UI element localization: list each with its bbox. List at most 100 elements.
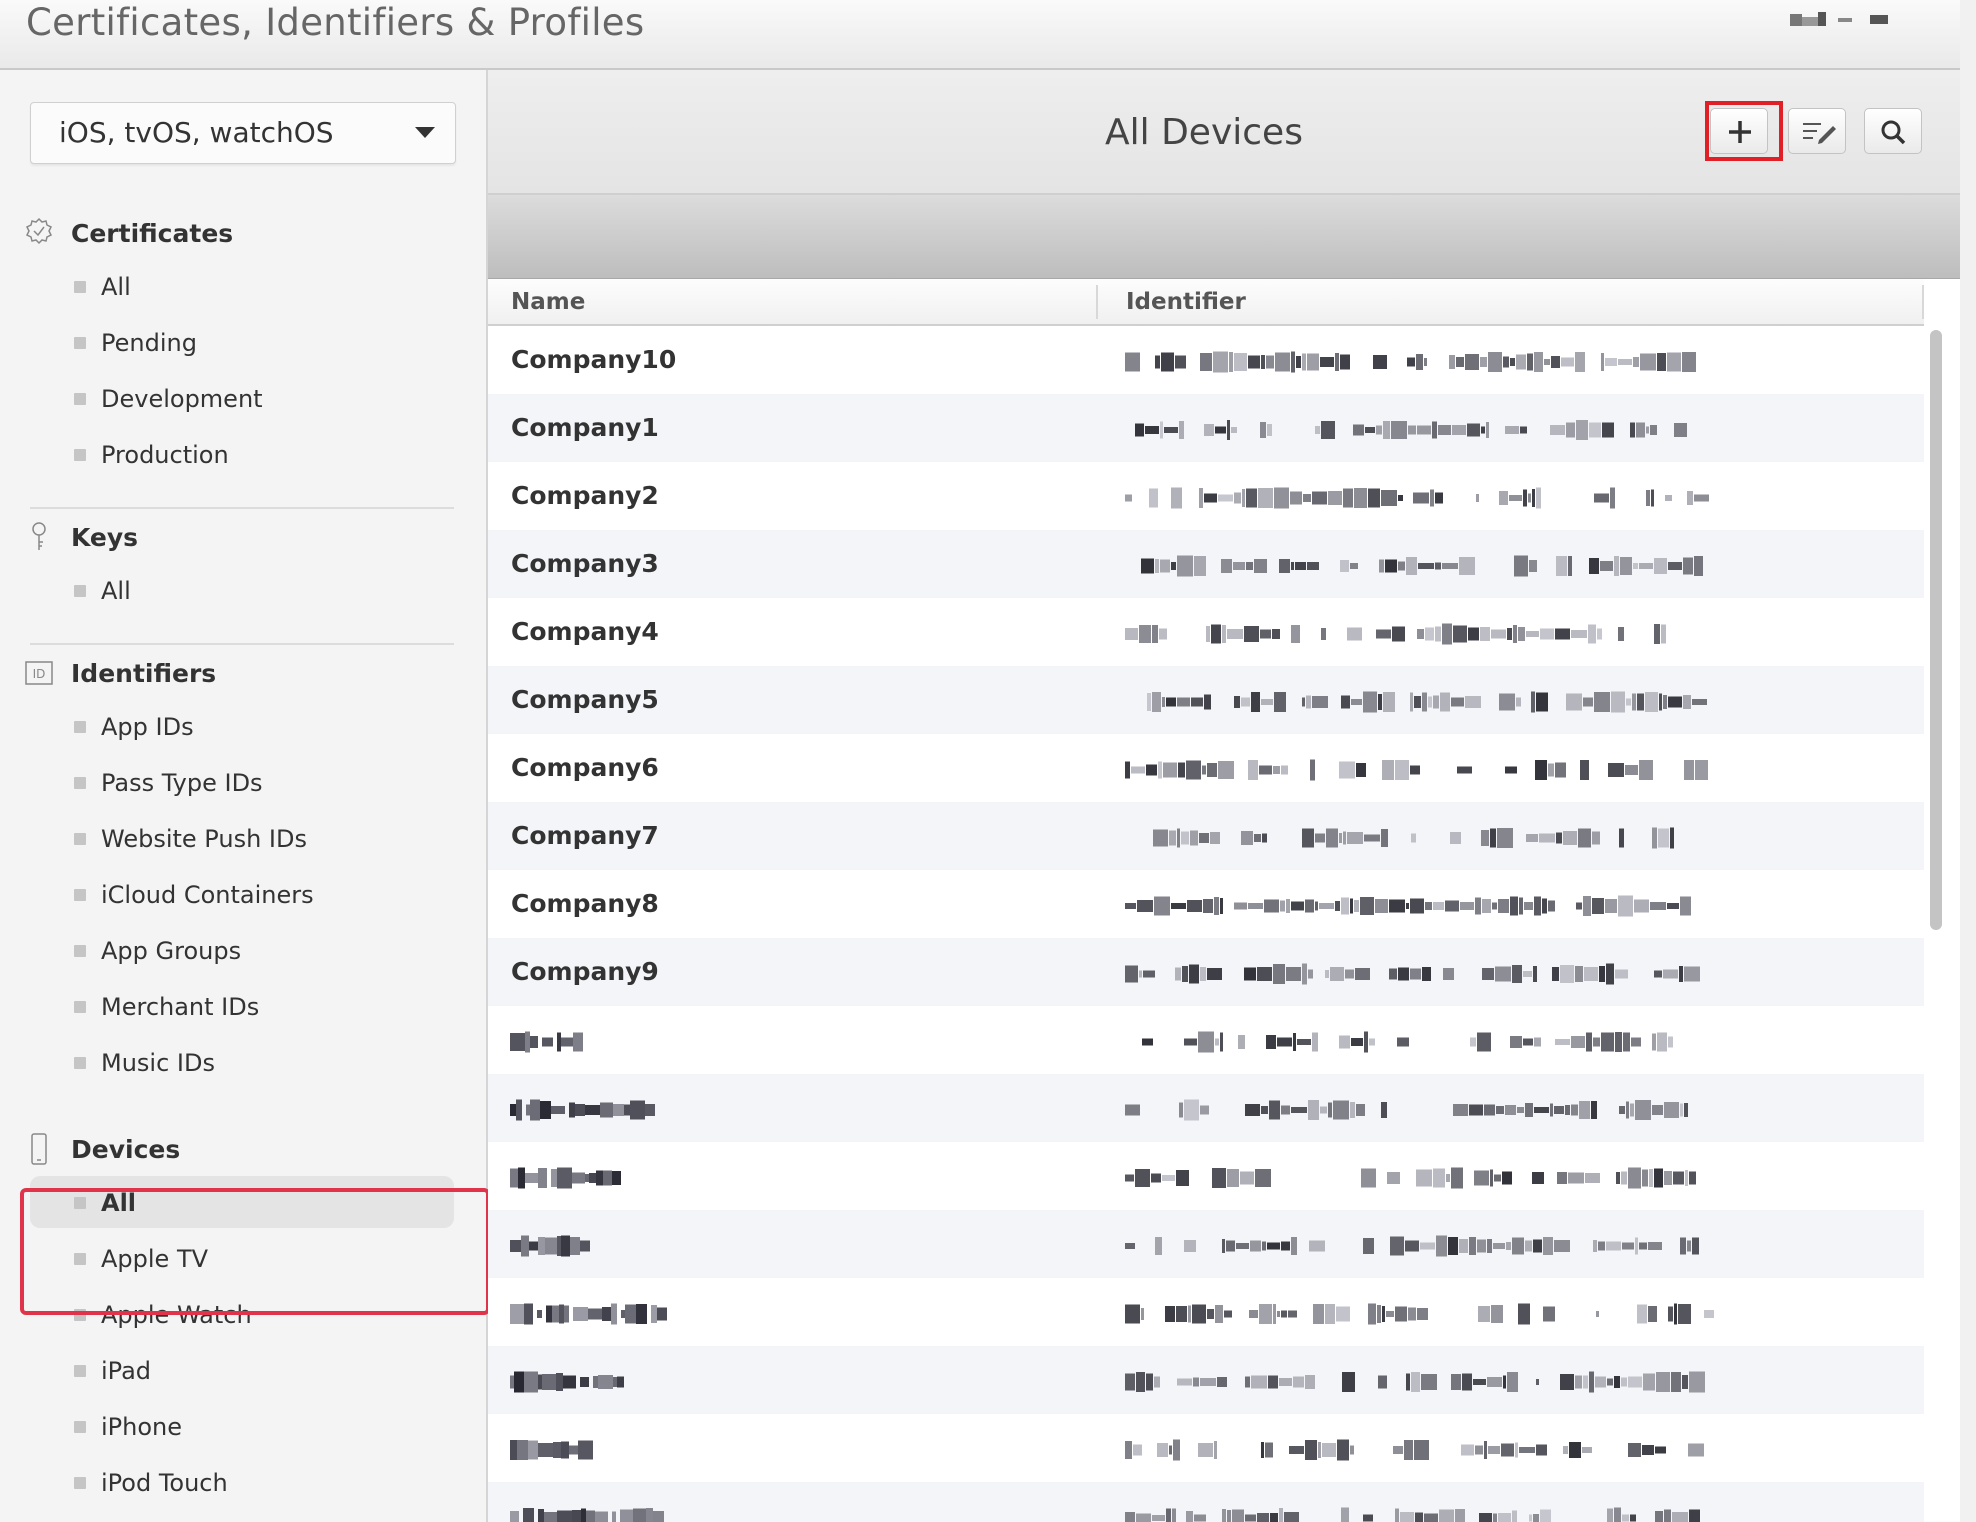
sidebar-item-label: All	[101, 577, 131, 605]
account-menu[interactable]	[1790, 12, 1900, 32]
table-row[interactable]: Company3	[488, 530, 1924, 598]
add-button-highlight-annotation	[1705, 101, 1783, 161]
table-row[interactable]: Company10	[488, 326, 1924, 394]
sidebar-item-app-ids[interactable]: App IDs	[30, 700, 454, 752]
section-header-devices[interactable]: Devices	[20, 1130, 460, 1170]
sidebar-item-certificates-development[interactable]: Development	[30, 372, 454, 424]
sidebar-item-ipad[interactable]: iPad	[30, 1344, 454, 1396]
table-row[interactable]	[488, 1278, 1924, 1346]
sidebar-item-certificates-pending[interactable]: Pending	[30, 316, 454, 368]
table-row[interactable]: Company7	[488, 802, 1924, 870]
table-row[interactable]	[488, 1346, 1924, 1414]
id-badge-icon: ID	[24, 656, 54, 690]
redacted-identifier	[1125, 1439, 1704, 1461]
device-name: Company8	[511, 889, 659, 918]
bullet	[74, 1421, 86, 1433]
sidebar-item-ipod-touch[interactable]: iPod Touch	[30, 1456, 454, 1508]
table-row[interactable]	[488, 1142, 1924, 1210]
table-row[interactable]: Company8	[488, 870, 1924, 938]
column-divider	[1096, 285, 1098, 319]
table-row[interactable]: Company4	[488, 598, 1924, 666]
caret-down-icon	[415, 127, 435, 138]
device-name: Company9	[511, 957, 659, 986]
edit-button[interactable]	[1788, 108, 1846, 154]
redacted-name	[510, 1303, 667, 1325]
table-row[interactable]	[488, 1210, 1924, 1278]
redacted-name	[510, 1440, 593, 1460]
scrollbar[interactable]	[1928, 330, 1944, 930]
section-title: Certificates	[71, 219, 234, 248]
table-row[interactable]: Company5	[488, 666, 1924, 734]
bullet	[74, 1057, 86, 1069]
table-row[interactable]	[488, 1482, 1924, 1522]
device-name: Company5	[511, 685, 659, 714]
page-title: Certificates, Identifiers & Profiles	[26, 1, 645, 44]
edit-list-icon	[1803, 123, 1836, 144]
search-button[interactable]	[1864, 108, 1922, 154]
sidebar-item-pass-type-ids[interactable]: Pass Type IDs	[30, 756, 454, 808]
redacted-identifier	[1125, 895, 1691, 917]
table-row[interactable]: Company2	[488, 462, 1924, 530]
sidebar-item-iphone[interactable]: iPhone	[30, 1400, 454, 1452]
device-name: Company1	[511, 413, 659, 442]
device-name: Company2	[511, 481, 659, 510]
redacted-identifier	[1125, 1167, 1696, 1189]
sidebar-item-app-groups[interactable]: App Groups	[30, 924, 454, 976]
sidebar-item-icloud-containers[interactable]: iCloud Containers	[30, 868, 454, 920]
table-row[interactable]: Company1	[488, 394, 1924, 462]
sidebar-item-certificates-production[interactable]: Production	[30, 428, 454, 480]
device-phone-icon	[24, 1132, 54, 1166]
device-name: Company4	[511, 617, 659, 646]
section-header-keys[interactable]: Keys	[20, 518, 460, 558]
sidebar: iOS, tvOS, watchOS Certificates All Pend…	[0, 70, 490, 1522]
column-header-name[interactable]: Name	[511, 279, 585, 325]
column-header-identifier[interactable]: Identifier	[1126, 279, 1246, 325]
sidebar-item-music-ids[interactable]: Music IDs	[30, 1036, 454, 1088]
redacted-identifier	[1125, 487, 1709, 509]
main-header: All Devices	[488, 70, 1960, 195]
device-table-body: Company10 Company1 Company2 Company3 Company…	[488, 326, 1924, 1522]
platform-select[interactable]: iOS, tvOS, watchOS	[30, 102, 456, 164]
table-row[interactable]	[488, 1006, 1924, 1074]
bullet	[74, 1477, 86, 1489]
table-row[interactable]	[488, 1074, 1924, 1142]
table-row[interactable]: Company6	[488, 734, 1924, 802]
section-header-identifiers[interactable]: ID Identifiers	[20, 654, 460, 694]
table-row[interactable]	[488, 1414, 1924, 1482]
redacted-name	[510, 1167, 621, 1189]
sidebar-item-label: Music IDs	[101, 1049, 215, 1077]
redacted-identifier	[1125, 1099, 1688, 1121]
sidebar-item-website-push-ids[interactable]: Website Push IDs	[30, 812, 454, 864]
sidebar-item-certificates-all[interactable]: All	[30, 260, 454, 312]
sidebar-item-label: Development	[101, 385, 263, 413]
key-icon	[24, 520, 54, 554]
device-name: Company3	[511, 549, 659, 578]
bullet	[74, 1001, 86, 1013]
sidebar-item-label: iPod Touch	[101, 1469, 228, 1497]
bullet	[74, 337, 86, 349]
redacted-identifier	[1125, 1507, 1700, 1522]
sidebar-item-label: iCloud Containers	[101, 881, 314, 909]
sidebar-item-label: Production	[101, 441, 229, 469]
redacted-identifier	[1147, 691, 1707, 713]
redacted-identifier	[1125, 1303, 1714, 1325]
toolbar-band	[488, 195, 1960, 279]
sidebar-divider	[30, 643, 454, 645]
platform-select-value: iOS, tvOS, watchOS	[59, 116, 334, 149]
section-header-certificates[interactable]: Certificates	[20, 214, 460, 254]
sidebar-item-label: Pass Type IDs	[101, 769, 263, 797]
redacted-identifier	[1125, 1371, 1705, 1393]
scrollbar-thumb[interactable]	[1930, 330, 1942, 930]
redacted-identifier	[1125, 1235, 1699, 1257]
sidebar-item-label: App IDs	[101, 713, 194, 741]
bullet	[74, 833, 86, 845]
redacted-identifier	[1142, 1031, 1673, 1053]
sidebar-item-merchant-ids[interactable]: Merchant IDs	[30, 980, 454, 1032]
sidebar-item-label: Pending	[101, 329, 197, 357]
bullet	[74, 945, 86, 957]
bullet	[74, 1365, 86, 1377]
device-name: Company6	[511, 753, 659, 782]
sidebar-item-keys-all[interactable]: All	[30, 564, 454, 616]
table-row[interactable]: Company9	[488, 938, 1924, 1006]
bullet	[74, 777, 86, 789]
